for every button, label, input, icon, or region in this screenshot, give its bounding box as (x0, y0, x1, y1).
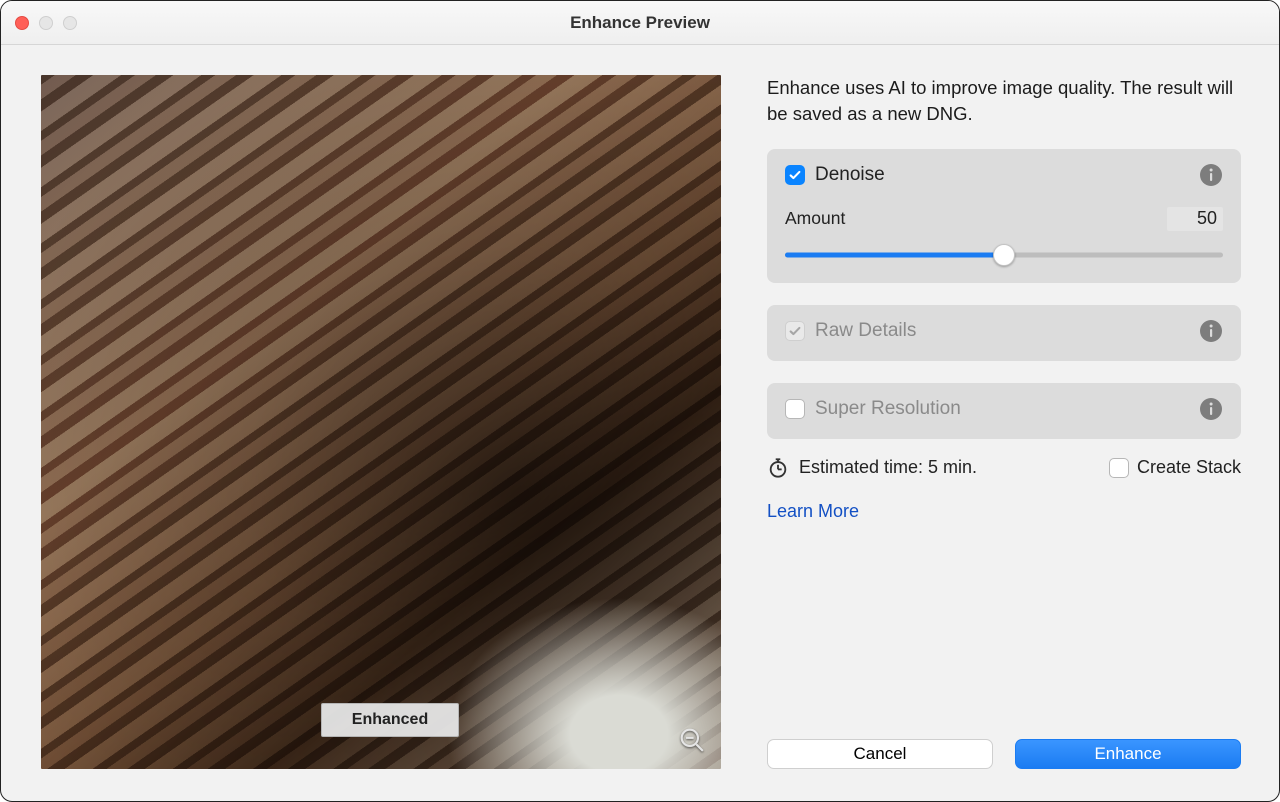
raw-details-info-icon[interactable] (1199, 319, 1223, 343)
window-title: Enhance Preview (570, 13, 710, 33)
option-raw-details-header: Raw Details (785, 319, 1223, 343)
denoise-amount-slider[interactable] (785, 245, 1223, 265)
create-stack-label: Create Stack (1137, 457, 1241, 478)
option-denoise-header: Denoise (785, 163, 1223, 187)
footer-info: Estimated time: 5 min. Create Stack (767, 457, 1241, 479)
create-stack-checkbox[interactable] (1109, 458, 1129, 478)
timer-icon (767, 457, 789, 479)
enhance-button[interactable]: Enhance (1015, 739, 1241, 769)
denoise-info-icon[interactable] (1199, 163, 1223, 187)
window-close-button[interactable] (15, 16, 29, 30)
button-row: Cancel Enhance (767, 739, 1241, 769)
preview-image[interactable]: Enhanced (41, 75, 721, 769)
preview-pane: Enhanced (41, 75, 721, 769)
window-controls (15, 16, 77, 30)
slider-fill (785, 252, 1004, 257)
super-resolution-label: Super Resolution (815, 398, 961, 420)
raw-details-label: Raw Details (815, 320, 916, 342)
option-raw-details: Raw Details (767, 305, 1241, 361)
estimated-time-label: Estimated time: 5 min. (799, 457, 977, 478)
denoise-amount-row: Amount 50 (785, 207, 1223, 231)
option-denoise: Denoise Amount 50 (767, 149, 1241, 283)
option-super-resolution: Super Resolution (767, 383, 1241, 439)
denoise-amount-value[interactable]: 50 (1167, 207, 1223, 231)
slider-thumb[interactable] (993, 244, 1015, 266)
cancel-button[interactable]: Cancel (767, 739, 993, 769)
enhanced-badge-label: Enhanced (352, 711, 428, 729)
denoise-checkbox[interactable] (785, 165, 805, 185)
enhance-preview-window: Enhance Preview Enhanced Enhance uses AI… (0, 0, 1280, 802)
option-super-resolution-header: Super Resolution (785, 397, 1223, 421)
denoise-amount-label: Amount (785, 208, 845, 229)
enhanced-badge: Enhanced (321, 703, 459, 737)
content: Enhanced Enhance uses AI to improve imag… (1, 45, 1279, 801)
zoom-out-icon[interactable] (675, 723, 709, 757)
titlebar: Enhance Preview (1, 1, 1279, 45)
raw-details-checkbox (785, 321, 805, 341)
intro-text: Enhance uses AI to improve image quality… (767, 75, 1241, 127)
window-fullscreen-button[interactable] (63, 16, 77, 30)
window-minimize-button[interactable] (39, 16, 53, 30)
options-panel: Enhance uses AI to improve image quality… (767, 75, 1241, 769)
learn-more-link[interactable]: Learn More (767, 501, 1241, 522)
super-resolution-checkbox (785, 399, 805, 419)
denoise-label: Denoise (815, 164, 885, 186)
create-stack: Create Stack (1109, 457, 1241, 478)
super-resolution-info-icon[interactable] (1199, 397, 1223, 421)
